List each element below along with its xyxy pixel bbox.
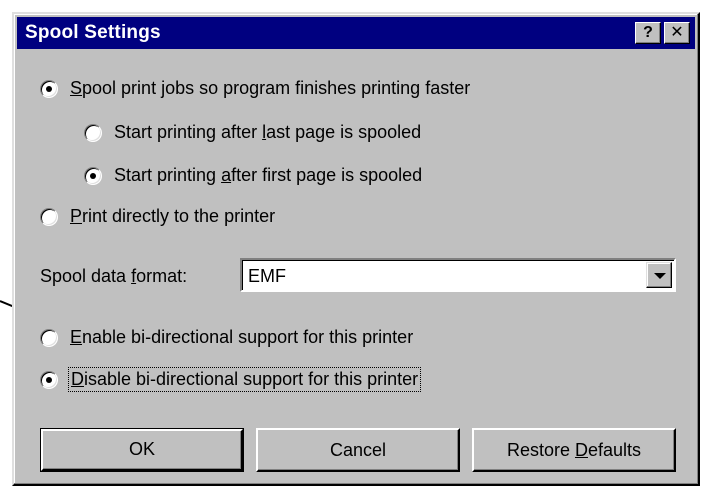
close-icon: ✕ [670,24,684,41]
start-after-first-label: Start printing after first page is spool… [114,165,423,185]
restore-defaults-label: Restore Defaults [506,440,642,460]
start-after-last-label: Start printing after last page is spoole… [114,122,422,142]
ok-button[interactable]: OK [40,428,244,472]
radio-indicator [84,166,102,185]
enable-bidirectional-radio[interactable]: Enable bi-directional support for this p… [40,327,413,348]
disable-bidirectional-radio[interactable]: Disable bi-directional support for this … [40,367,422,392]
restore-defaults-button[interactable]: Restore Defaults [472,428,676,472]
chevron-down-icon [654,273,666,279]
start-after-last-page-radio[interactable]: Start printing after last page is spoole… [84,122,421,143]
spool-data-format-label: Spool data format: [40,266,188,286]
dropdown-button[interactable] [646,262,672,288]
cancel-button[interactable]: Cancel [256,428,460,472]
radio-indicator [40,328,58,347]
help-icon: ? [643,24,653,41]
radio-indicator [40,207,58,226]
ok-button-label: OK [128,439,155,459]
help-button[interactable]: ? [635,22,661,44]
print-directly-radio[interactable]: Print directly to the printer [40,206,275,227]
spool-jobs-radio[interactable]: Spool print jobs so program finishes pri… [40,78,470,99]
window-title: Spool Settings [25,22,161,43]
spool-data-format-select[interactable]: EMF [240,258,676,292]
start-after-first-page-radio[interactable]: Start printing after first page is spool… [84,165,422,186]
spool-settings-dialog: Spool Settings ? ✕ Spool print jobs so p… [12,12,700,486]
radio-indicator [40,79,58,98]
cancel-button-label: Cancel [329,440,387,460]
disable-bidirectional-label: Disable bi-directional support for this … [67,367,422,392]
spool-jobs-label: Spool print jobs so program finishes pri… [70,78,471,98]
title-bar[interactable]: Spool Settings ? ✕ [17,17,695,49]
enable-bidirectional-label: Enable bi-directional support for this p… [70,327,414,347]
spool-data-format-value: EMF [248,266,286,286]
print-directly-label: Print directly to the printer [70,206,276,226]
radio-indicator [40,370,58,389]
radio-indicator [84,123,102,142]
close-button[interactable]: ✕ [664,22,690,44]
